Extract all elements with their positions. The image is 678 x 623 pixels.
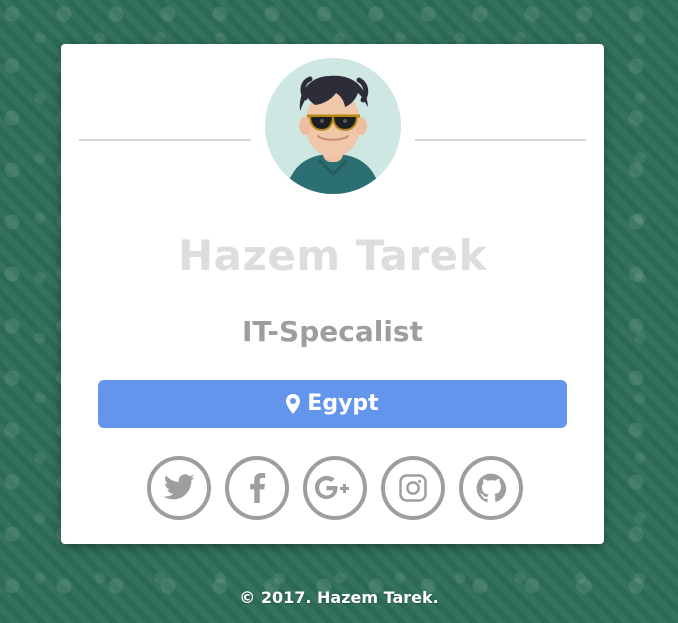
github-icon	[476, 473, 506, 503]
location-label: Egypt	[307, 391, 379, 416]
location-button[interactable]: Egypt	[98, 380, 567, 428]
profile-role: IT-Specalist	[242, 315, 423, 348]
twitter-icon	[162, 474, 196, 502]
facebook-icon	[248, 473, 266, 503]
instagram-icon	[398, 473, 428, 503]
left-divider	[79, 139, 251, 141]
social-links	[147, 456, 523, 520]
footer-copyright: © 2017. Hazem Tarek.	[239, 588, 439, 607]
instagram-button[interactable]	[381, 456, 445, 520]
profile-card: Hazem Tarek IT-Specalist Egypt	[61, 44, 604, 544]
profile-avatar	[265, 58, 401, 194]
right-divider	[415, 139, 586, 141]
google-plus-button[interactable]	[303, 456, 367, 520]
profile-name: Hazem Tarek	[177, 231, 487, 280]
github-button[interactable]	[459, 456, 523, 520]
twitter-button[interactable]	[147, 456, 211, 520]
facebook-button[interactable]	[225, 456, 289, 520]
google-plus-icon	[315, 476, 355, 500]
map-marker-icon	[286, 394, 301, 414]
